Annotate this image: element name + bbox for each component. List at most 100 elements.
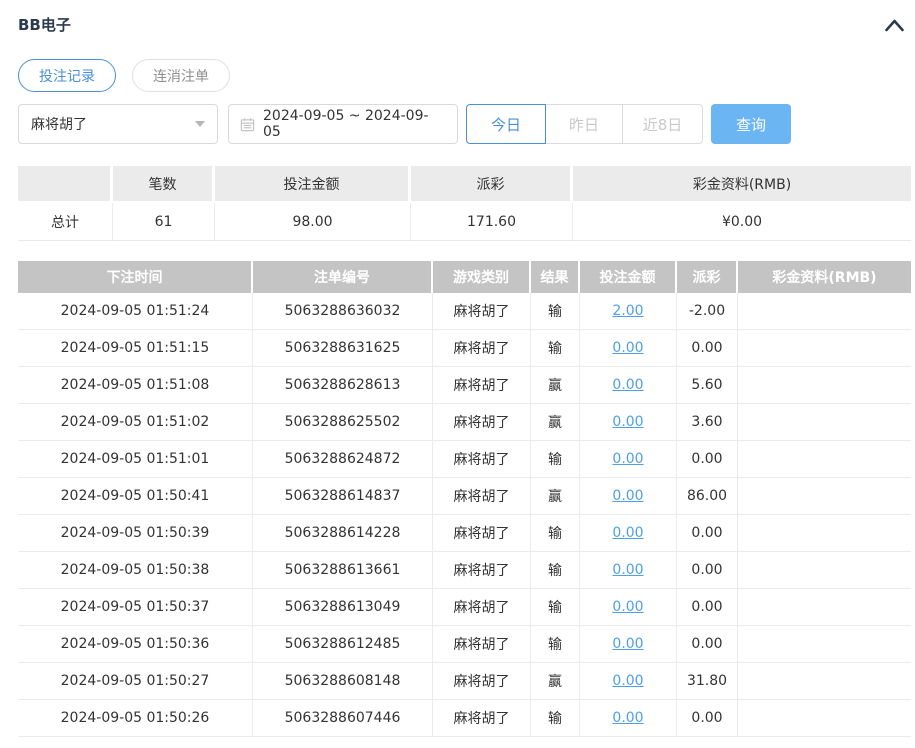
cell-payout: 0.00 [677,441,738,478]
cell-game-type: 麻将胡了 [433,552,531,589]
game-select-value: 麻将胡了 [31,117,87,133]
game-select[interactable]: 麻将胡了 [18,104,218,144]
page-title: BB电子 [18,16,71,34]
cell-order-no: 5063288612485 [253,626,433,663]
bet-amount-link[interactable]: 0.00 [612,636,643,652]
cell-game-type: 麻将胡了 [433,626,531,663]
cell-bonus [738,404,911,441]
summary-total-label: 总计 [18,203,113,241]
summary-total-bet-amount: 98.00 [215,203,411,241]
cell-bet-time: 2024-09-05 01:51:01 [18,441,253,478]
quick-range-yesterday[interactable]: 昨日 [545,104,623,144]
bet-amount-link[interactable]: 0.00 [612,673,643,689]
cell-result: 赢 [531,404,580,441]
summary-total-bonus: ¥0.00 [573,203,911,241]
table-row: 2024-09-05 01:50:27 5063288608148 麻将胡了赢 0.0… [18,663,911,700]
cell-game-type: 麻将胡了 [433,404,531,441]
search-button[interactable]: 查询 [711,104,791,144]
table-row: 2024-09-05 01:50:41 5063288614837 麻将胡了赢 0.0… [18,478,911,515]
tab-bar: 投注记录 连消注单 [18,59,913,92]
cell-payout: 5.60 [677,367,738,404]
cell-bonus [738,293,911,330]
bet-amount-link[interactable]: 0.00 [612,451,643,467]
cell-bonus [738,441,911,478]
bet-amount-link[interactable]: 0.00 [612,377,643,393]
cell-result: 输 [531,552,580,589]
table-row: 2024-09-05 01:51:15 5063288631625 麻将胡了输 0.0… [18,330,911,367]
cell-bet-time: 2024-09-05 01:50:41 [18,478,253,515]
cell-payout: 0.00 [677,589,738,626]
table-header-row: 下注时间 注单编号 游戏类别 结果 投注金额 派彩 彩金资料(RMB) [18,261,911,293]
cell-bet-amount: 0.00 [580,367,677,404]
bet-amount-link[interactable]: 0.00 [612,488,643,504]
cell-bonus [738,589,911,626]
cell-payout: -2.00 [677,293,738,330]
cell-result: 赢 [531,367,580,404]
cell-game-type: 麻将胡了 [433,293,531,330]
cell-bonus [738,515,911,552]
cell-order-no: 5063288613049 [253,589,433,626]
cell-bet-amount: 0.00 [580,552,677,589]
bet-amount-link[interactable]: 0.00 [612,525,643,541]
table-row: 2024-09-05 01:51:02 5063288625502 麻将胡了赢 0.0… [18,404,911,441]
table-row: 2024-09-05 01:51:24 5063288636032 麻将胡了输 2.0… [18,293,911,330]
summary-table: 笔数 投注金额 派彩 彩金资料(RMB) 总计 61 98.00 171.60 … [18,166,911,241]
cell-bet-time: 2024-09-05 01:50:39 [18,515,253,552]
cell-bet-amount: 0.00 [580,330,677,367]
cell-bet-time: 2024-09-05 01:50:38 [18,552,253,589]
cell-bet-time: 2024-09-05 01:50:37 [18,589,253,626]
cell-payout: 86.00 [677,478,738,515]
cell-bet-time: 2024-09-05 01:51:02 [18,404,253,441]
cell-game-type: 麻将胡了 [433,663,531,700]
calendar-icon [240,117,255,132]
bet-amount-link[interactable]: 0.00 [612,340,643,356]
cell-payout: 31.80 [677,663,738,700]
cell-result: 赢 [531,478,580,515]
cell-result: 输 [531,626,580,663]
cell-bet-amount: 0.00 [580,478,677,515]
cell-result: 输 [531,700,580,737]
cell-bet-time: 2024-09-05 01:51:08 [18,367,253,404]
col-payout: 派彩 [677,261,738,293]
cell-payout: 0.00 [677,515,738,552]
chevron-up-icon [884,19,905,35]
bet-amount-link[interactable]: 0.00 [612,562,643,578]
table-row: 2024-09-05 01:51:01 5063288624872 麻将胡了输 0.0… [18,441,911,478]
summary-col-count: 笔数 [113,166,215,203]
tab-bet-records[interactable]: 投注记录 [18,59,116,92]
cell-result: 输 [531,441,580,478]
quick-range-last8days[interactable]: 近8日 [622,104,703,144]
col-bet-amount: 投注金额 [580,261,677,293]
cell-payout: 0.00 [677,552,738,589]
bet-amount-link[interactable]: 0.00 [612,414,643,430]
cell-result: 赢 [531,663,580,700]
cell-order-no: 5063288614837 [253,478,433,515]
cell-order-no: 5063288625502 [253,404,433,441]
summary-col-bet-amount: 投注金额 [215,166,411,203]
cell-order-no: 5063288613661 [253,552,433,589]
col-bet-time: 下注时间 [18,261,253,293]
summary-header-row: 笔数 投注金额 派彩 彩金资料(RMB) [18,166,911,203]
cell-result: 输 [531,515,580,552]
cell-payout: 3.60 [677,404,738,441]
cell-game-type: 麻将胡了 [433,700,531,737]
date-range-picker[interactable]: 2024-09-05 ~ 2024-09-05 [228,104,458,144]
cell-bonus [738,663,911,700]
cell-bonus [738,552,911,589]
date-range-value: 2024-09-05 ~ 2024-09-05 [263,108,429,140]
bet-amount-link[interactable]: 0.00 [612,710,643,726]
bet-amount-link[interactable]: 0.00 [612,599,643,615]
tab-cancelled-orders[interactable]: 连消注单 [132,59,230,92]
bet-amount-link[interactable]: 2.00 [612,303,643,319]
cell-result: 输 [531,589,580,626]
cell-bonus [738,700,911,737]
cell-order-no: 5063288608148 [253,663,433,700]
chevron-down-icon [195,121,205,127]
cell-order-no: 5063288614228 [253,515,433,552]
cell-game-type: 麻将胡了 [433,589,531,626]
cell-bet-amount: 0.00 [580,515,677,552]
cell-bonus [738,367,911,404]
cell-bet-time: 2024-09-05 01:50:26 [18,700,253,737]
quick-range-today[interactable]: 今日 [466,104,546,144]
collapse-button[interactable] [884,18,905,32]
